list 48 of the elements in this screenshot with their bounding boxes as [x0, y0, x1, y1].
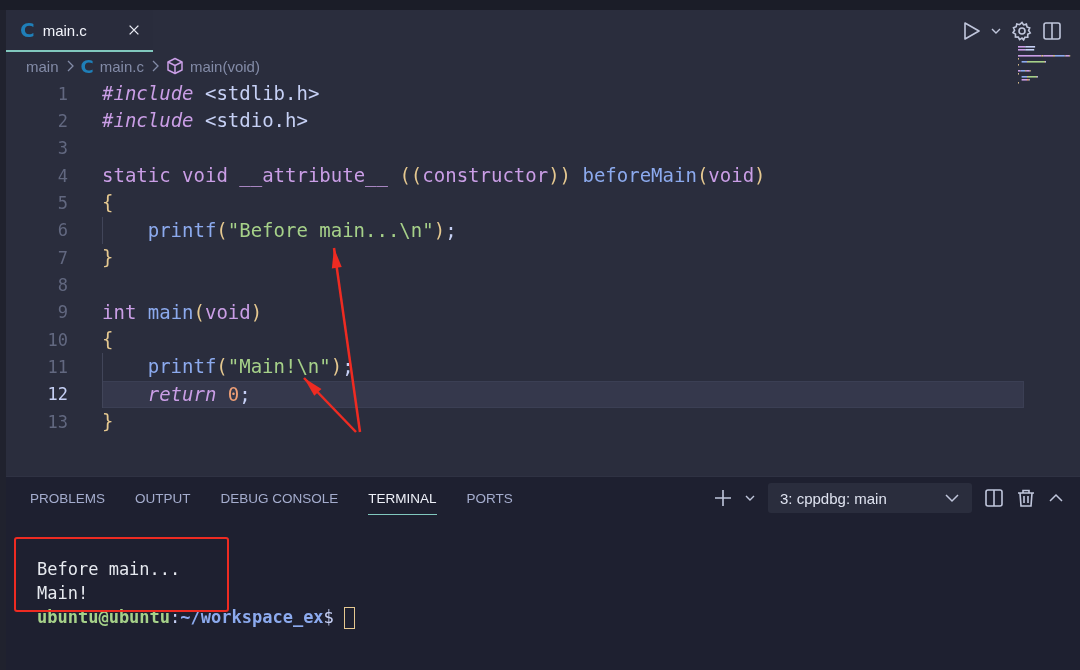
panel-tab[interactable]: TERMINAL	[368, 481, 437, 515]
panel-tab[interactable]: PROBLEMS	[30, 481, 106, 515]
line-number: 13	[46, 411, 68, 432]
breadcrumb-item[interactable]: main(void)	[189, 57, 260, 75]
breadcrumb-item[interactable]: main	[26, 57, 59, 75]
code-line: }	[102, 408, 115, 434]
split-editor-icon[interactable]	[1042, 21, 1062, 41]
code-line: #include <stdio.h>	[102, 108, 309, 134]
trash-icon[interactable]	[1016, 488, 1036, 508]
line-number: 1	[56, 83, 68, 104]
line-number: 6	[56, 220, 68, 241]
code-line: printf("Before main...\n");	[146, 217, 458, 243]
code-line: printf("Main!\n");	[146, 354, 355, 380]
breadcrumb-item[interactable]: main.c	[99, 57, 144, 75]
line-number: 8	[56, 274, 68, 295]
split-terminal-icon[interactable]	[984, 488, 1004, 508]
plus-icon[interactable]	[714, 489, 732, 507]
panel-tab[interactable]: PORTS	[466, 481, 513, 515]
minimap-drawing[interactable]	[1018, 46, 1072, 86]
line-number: 10	[46, 329, 68, 350]
terminal-cursor	[343, 607, 355, 629]
line-number: 9	[56, 302, 68, 323]
line-number: 5	[56, 192, 68, 213]
code-line: }	[102, 244, 115, 270]
run-icon[interactable]	[962, 21, 980, 41]
code-line: static void __attribute__ ((constructor)) beforeMain(void)	[102, 163, 767, 189]
chevron-up-icon[interactable]	[1048, 492, 1064, 504]
panel-tab[interactable]: DEBUG CONSOLE	[220, 481, 339, 515]
code-line: int main(void)	[102, 299, 264, 325]
line-number: 2	[56, 111, 68, 131]
c-file-icon: C	[20, 18, 35, 42]
settings-icon[interactable]	[1012, 21, 1032, 41]
terminal-output-line: Main!	[37, 582, 90, 605]
terminal-output-line: Before main...	[37, 558, 182, 581]
line-number: 11	[46, 356, 68, 377]
terminal-prompt: ubuntu@ubuntu:~/workspace_ex$	[37, 607, 334, 627]
line-number: 4	[56, 165, 68, 186]
code-line: {	[102, 190, 115, 216]
line-number: 12	[46, 384, 68, 405]
line-number: 3	[56, 138, 68, 159]
close-icon[interactable]	[127, 23, 141, 37]
line-number: 7	[56, 247, 68, 268]
code-line: #include <stdlib.h>	[102, 81, 321, 106]
c-file-icon: C	[80, 55, 94, 77]
terminal-select[interactable]: 3: cppdbg: main	[768, 483, 972, 513]
cube-icon	[165, 57, 184, 75]
code-line: {	[102, 326, 115, 352]
panel-tab[interactable]: OUTPUT	[135, 481, 191, 515]
